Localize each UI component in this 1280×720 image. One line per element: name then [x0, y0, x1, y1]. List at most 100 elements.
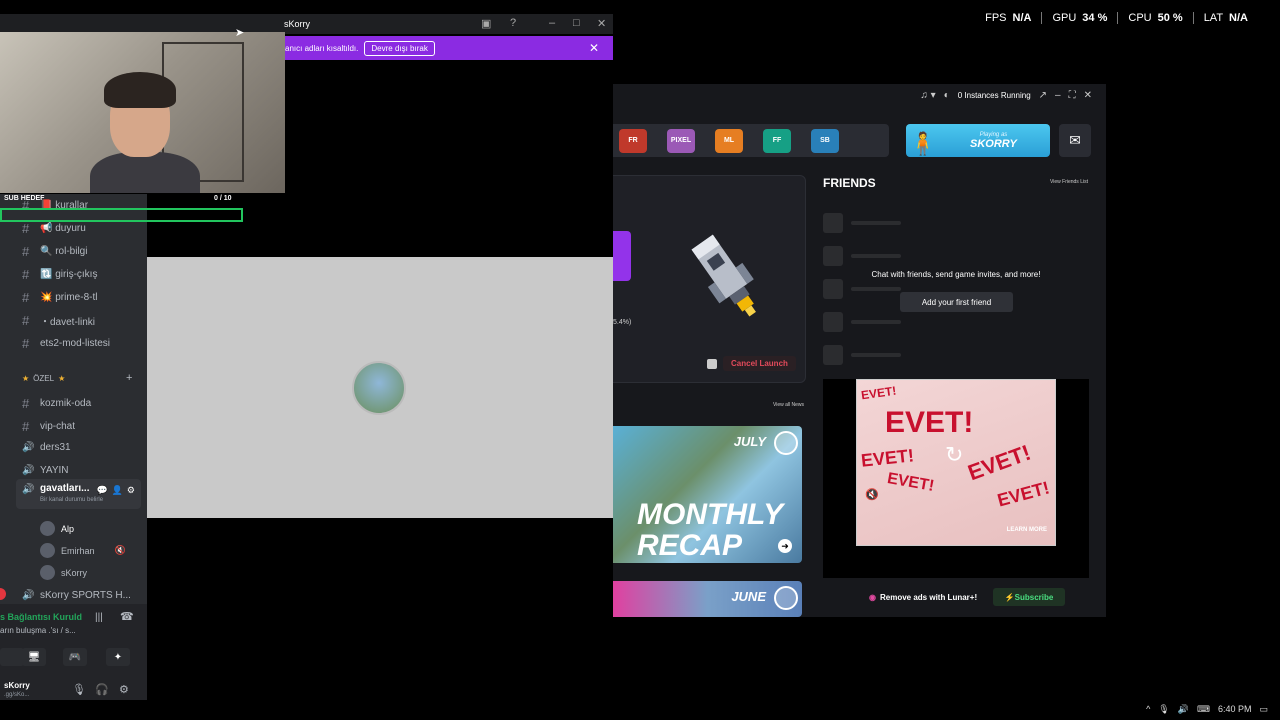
close-icon[interactable]: ✕: [1084, 90, 1092, 101]
chevron-up-icon[interactable]: ^: [1146, 704, 1150, 715]
add-friend-button[interactable]: Add your first friend: [900, 292, 1013, 312]
cancel-launch-button[interactable]: Cancel Launch: [707, 356, 796, 371]
voice-member[interactable]: Emirhan 🔇: [40, 543, 126, 558]
minimize-icon[interactable]: –: [1055, 90, 1061, 101]
launch-progress: 5.4%): [613, 319, 632, 326]
category-ozel[interactable]: ★ ÖZEL ★: [22, 374, 65, 383]
replay-icon[interactable]: ↻: [945, 442, 963, 468]
channel-vip-chat[interactable]: # vip-chat: [22, 419, 75, 434]
invite-icon[interactable]: 👤: [112, 485, 123, 496]
disconnect-icon[interactable]: ☎: [120, 610, 134, 623]
player-name: SKORRY: [970, 137, 1017, 150]
channel-kozmik-oda[interactable]: # kozmik-oda: [22, 396, 91, 411]
speaker-avatar[interactable]: [352, 361, 406, 415]
instances-running[interactable]: 0 Instances Running: [958, 91, 1031, 100]
perf-stats: FPS N/A GPU 34 % CPU 50 % LAT N/A: [975, 12, 1258, 24]
ad-word: EVET!: [860, 383, 898, 403]
close-icon[interactable]: ✕: [597, 17, 606, 30]
clock[interactable]: 6:40 PM: [1218, 704, 1252, 715]
news-card-june[interactable]: JUNE: [613, 581, 802, 617]
cpu-stat: CPU 50 %: [1117, 12, 1192, 24]
ad-word: EVET!: [964, 439, 1034, 486]
external-link-icon[interactable]: ↗: [1039, 90, 1047, 101]
active-voice-channel[interactable]: 🔊 gavatları... Bir kanal durumu belirle …: [16, 479, 141, 509]
ad-word: EVET!: [885, 470, 936, 495]
learn-more-button[interactable]: LEARN MORE: [1007, 527, 1047, 533]
soundboard-icon[interactable]: ✦: [106, 648, 130, 666]
notifications-icon[interactable]: ▭: [1259, 704, 1268, 715]
channel-giris-cikis[interactable]: # 🔃 giriş-çıkış: [22, 267, 97, 282]
voice-channel-sports[interactable]: 🔊 sKorry SPORTS H...: [22, 590, 131, 601]
speaker-icon: 🔊: [22, 484, 35, 495]
channel-sidebar: # 📕 kurallar # 📢 duyuru # 🔍 rol-bilgi # 🔃 gi…: [0, 194, 147, 715]
microphone-icon[interactable]: 🎙: [72, 683, 86, 696]
minimize-icon[interactable]: –: [549, 17, 555, 29]
maximize-icon[interactable]: □: [573, 17, 580, 29]
fullscreen-icon[interactable]: ⛶: [1069, 90, 1076, 101]
voice-channel-ders31[interactable]: 🔊 ders31: [22, 442, 71, 453]
channel-rol-bilgi[interactable]: # 🔍 rol-bilgi: [22, 244, 87, 259]
voice-connected-channel[interactable]: arın buluşma .'sı / s...: [0, 626, 76, 635]
view-news-link[interactable]: View all News: [773, 402, 804, 408]
channel-ets2[interactable]: # ets2-mod-listesi: [22, 336, 110, 351]
activity-button[interactable]: [0, 648, 24, 666]
mute-icon[interactable]: 🔇: [865, 488, 879, 501]
remove-ads-link[interactable]: ◉ Remove ads with Lunar+!: [869, 593, 977, 602]
version-tab[interactable]: [613, 231, 631, 281]
disable-button[interactable]: Devre dışı bırak: [364, 40, 435, 56]
game-icon-2[interactable]: PIXEL: [667, 128, 695, 153]
ad-video[interactable]: EVET! EVET! EVET! EVET! EVET! EVET! ↻ 🔇 …: [856, 379, 1056, 546]
keyboard-icon[interactable]: ⌨: [1197, 704, 1210, 715]
sub-goal-label: SUB HEDEF: [4, 195, 45, 202]
game-icon-4[interactable]: FF: [763, 128, 791, 153]
inbox-icon[interactable]: ▣: [481, 17, 491, 30]
deafened-icon: 🔇: [114, 545, 126, 555]
voice-connected-status: s Bağlantısı Kuruld: [0, 612, 83, 622]
chat-icon[interactable]: 💬: [96, 485, 107, 496]
avatar: [40, 543, 55, 558]
launch-panel: 5.4%) Cancel Launch: [613, 175, 806, 383]
subscribe-button[interactable]: ⚡ Subscribe: [993, 588, 1065, 606]
notice-bar: anıcı adları kısaltıldı. Devre dışı bıra…: [285, 36, 613, 60]
ad-word: EVET!: [995, 477, 1052, 511]
volume-icon[interactable]: 🔊: [1178, 704, 1189, 715]
channel-duyuru[interactable]: # 📢 duyuru: [22, 221, 86, 236]
games-bar: FR PIXEL ML FF SB: [613, 124, 889, 157]
microphone-icon[interactable]: 🎙: [1158, 704, 1169, 715]
bolt-icon: ⚡: [1004, 592, 1015, 602]
news-card-july[interactable]: JULY MONTHLY RECAP ➜: [613, 426, 802, 563]
channel-davet-linki[interactable]: # ・davet-linki: [22, 313, 95, 328]
game-icon-5[interactable]: SB: [811, 128, 839, 153]
gamepad-icon[interactable]: 🎮: [63, 648, 87, 666]
gear-icon[interactable]: ⚙: [127, 485, 135, 496]
username[interactable]: sKorry: [4, 681, 30, 690]
profile-button[interactable]: 🧍 Playing as SKORRY: [906, 124, 1050, 157]
channel-prime[interactable]: # 💥 prime-8-tl: [22, 290, 97, 305]
game-icon-3[interactable]: ML: [715, 128, 743, 153]
lunar-plus-icon: ◉: [869, 593, 876, 602]
lunar-titlebar: ♫ ▾ ◐ 0 Instances Running ↗ – ⛶ ✕: [613, 84, 1106, 106]
taskbar: ^ 🎙 🔊 ⌨ 6:40 PM ▭: [0, 700, 1280, 720]
stop-icon: [707, 358, 717, 369]
screen-share-icon[interactable]: 🖥: [22, 648, 46, 666]
help-icon[interactable]: ?: [510, 17, 516, 29]
voice-member[interactable]: Alp: [40, 521, 74, 536]
game-icon-1[interactable]: FR: [619, 128, 647, 153]
view-friends-link[interactable]: View Friends List: [1050, 179, 1088, 185]
noise-suppression-icon[interactable]: |||: [95, 612, 103, 623]
add-channel-icon[interactable]: +: [126, 372, 132, 384]
headphones-icon[interactable]: 🎧: [95, 683, 109, 696]
ad-word: EVET!: [860, 445, 915, 471]
music-icon[interactable]: ♫ ▾: [920, 90, 935, 101]
voice-channel-yayin[interactable]: 🔊 YAYIN: [22, 465, 69, 476]
close-notice-icon[interactable]: ✕: [589, 41, 599, 55]
mail-icon[interactable]: ✉: [1059, 124, 1091, 157]
news-month: JULY: [733, 434, 766, 449]
notice-text: anıcı adları kısaltıldı.: [285, 43, 359, 53]
lunar-badge-icon: [774, 586, 798, 610]
webcam-feed: [0, 32, 285, 193]
gear-icon[interactable]: ⚙: [119, 683, 129, 696]
arrow-right-icon[interactable]: ➜: [778, 539, 792, 553]
voice-member[interactable]: sKorry: [40, 565, 87, 580]
ad-box: EVET! EVET! EVET! EVET! EVET! EVET! ↻ 🔇 …: [823, 379, 1089, 578]
